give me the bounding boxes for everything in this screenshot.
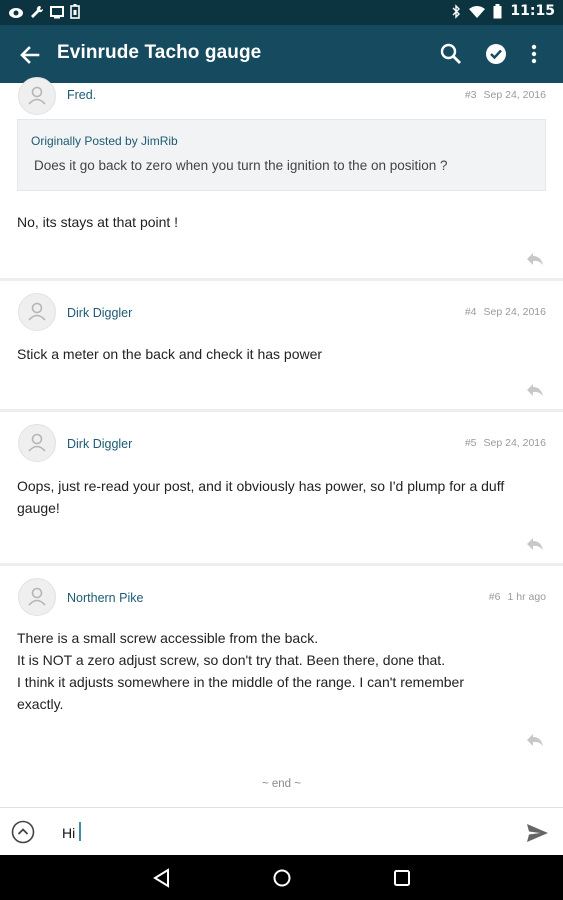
post-body-line: I think it adjusts somewhere in the midd… [17, 674, 465, 690]
back-button[interactable] [14, 39, 46, 71]
avatar[interactable] [18, 424, 56, 462]
post-body-line: exactly. [17, 696, 64, 712]
reply-input[interactable] [62, 822, 462, 844]
quote-block: Originally Posted by JimRib Does it go b… [17, 119, 546, 191]
post-body-line: It is NOT a zero adjust screw, so don't … [17, 652, 446, 668]
person-icon [28, 302, 46, 321]
post-meta: #6 1 hr ago [489, 591, 546, 603]
avatar[interactable] [18, 293, 56, 331]
thread-end-marker: ~ end ~ [261, 778, 301, 790]
expand-composer-button[interactable] [11, 820, 35, 844]
post-author[interactable]: Dirk Diggler [67, 306, 132, 320]
expand-up-icon [11, 820, 35, 844]
text-cursor [79, 822, 81, 841]
person-icon [28, 433, 46, 452]
nav-home-icon[interactable] [272, 868, 292, 888]
reply-composer [0, 807, 563, 855]
nav-back-icon[interactable] [152, 868, 172, 888]
back-arrow-icon [20, 46, 40, 64]
search-button[interactable] [436, 39, 466, 69]
avatar[interactable] [18, 578, 56, 616]
quote-text: Does it go back to zero when you turn th… [34, 158, 448, 173]
mark-read-button[interactable] [481, 39, 511, 69]
post-card: Dirk Diggler #5 Sep 24, 2016 Oops, just r… [0, 412, 563, 563]
person-icon [28, 86, 46, 105]
post-card: Fred. #3 Sep 24, 2016 Originally Posted b… [0, 77, 563, 278]
post-body-line: There is a small screw accessible from t… [17, 630, 319, 646]
post-time: Sep 24, 2016 [483, 437, 546, 449]
avatar[interactable] [18, 77, 56, 115]
wifi-icon [469, 5, 486, 18]
reply-button[interactable] [525, 536, 545, 552]
reply-icon [527, 253, 543, 265]
system-nav-bar [0, 855, 563, 900]
wrench-icon [31, 5, 44, 18]
reply-button[interactable] [525, 382, 545, 398]
send-icon [527, 824, 548, 842]
post-body-line: Oops, just re-read your post, and it obv… [17, 478, 505, 494]
reply-icon [527, 538, 543, 550]
eye-icon [9, 7, 23, 18]
person-icon [28, 587, 46, 606]
bluetooth-icon [452, 4, 461, 19]
post-meta: #3 Sep 24, 2016 [465, 89, 546, 101]
status-bar: 11:15 [0, 0, 563, 25]
post-number: #5 [464, 437, 477, 449]
clock: 11:15 [510, 3, 555, 19]
check-circle-icon [486, 44, 506, 64]
search-icon [440, 43, 461, 64]
send-button[interactable] [525, 822, 549, 844]
post-meta: #4 Sep 24, 2016 [465, 306, 546, 318]
reply-button[interactable] [525, 732, 545, 748]
post-body: No, its stays at that point ! [17, 214, 179, 230]
page-title: Evinrude Tacho gauge [57, 42, 262, 63]
post-card: Dirk Diggler #4 Sep 24, 2016 Stick a mete… [0, 281, 563, 409]
battery-icon [493, 4, 502, 19]
reply-icon [527, 734, 543, 746]
app-bar: Evinrude Tacho gauge [0, 25, 563, 83]
post-time: Sep 24, 2016 [483, 306, 546, 318]
post-author[interactable]: Fred. [67, 88, 96, 102]
post-body: Stick a meter on the back and check it h… [17, 346, 323, 362]
battery-saver-icon [70, 4, 80, 19]
more-options-button[interactable] [524, 39, 544, 69]
post-body-line: gauge! [17, 500, 60, 516]
post-number: #4 [464, 306, 477, 318]
post-author[interactable]: Northern Pike [67, 591, 143, 605]
post-time: 1 hr ago [507, 591, 546, 603]
post-author[interactable]: Dirk Diggler [67, 437, 132, 451]
screen-icon [50, 5, 64, 18]
nav-recents-icon[interactable] [393, 869, 411, 887]
more-vert-icon [531, 44, 537, 64]
post-number: #6 [488, 591, 501, 603]
quote-header: Originally Posted by JimRib [31, 134, 178, 148]
post-time: Sep 24, 2016 [483, 89, 546, 101]
reply-icon [527, 384, 543, 396]
post-card: Northern Pike #6 1 hr ago There is a smal… [0, 566, 563, 807]
reply-button[interactable] [525, 251, 545, 267]
post-number: #3 [464, 89, 477, 101]
post-body: Oops, just re-read your post, and it obv… [17, 475, 541, 519]
post-meta: #5 Sep 24, 2016 [465, 437, 546, 449]
post-body: There is a small screw accessible from t… [17, 627, 541, 715]
